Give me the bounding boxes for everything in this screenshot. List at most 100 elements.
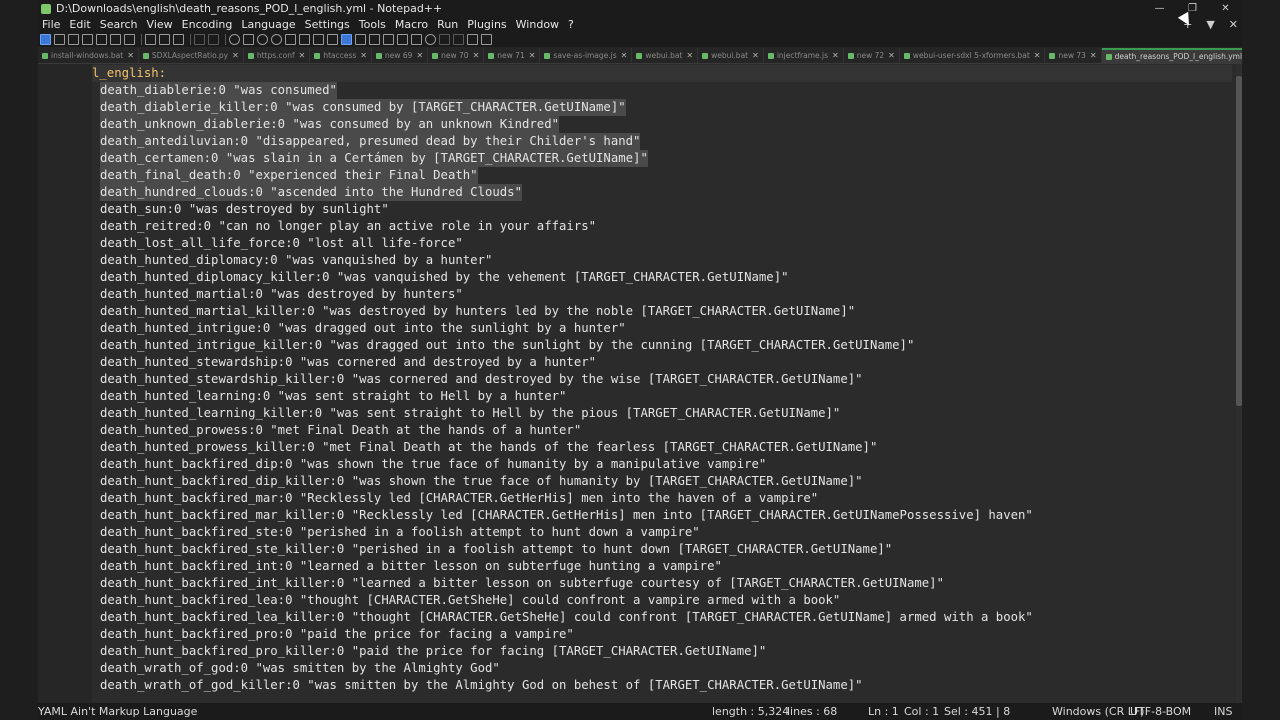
- tab-close-icon[interactable]: ✕: [1090, 51, 1097, 60]
- tab-close-icon[interactable]: ✕: [888, 51, 895, 60]
- tab-close-icon[interactable]: ✕: [416, 51, 423, 60]
- save-macro-icon[interactable]: [481, 33, 492, 45]
- code-line[interactable]: 15death_hunted_martial_killer:0 "was des…: [92, 303, 1232, 320]
- zoom-in-icon[interactable]: [257, 33, 268, 45]
- code-line[interactable]: 34death_hunt_backfired_pro:0 "paid the p…: [92, 626, 1232, 643]
- code-line[interactable]: 10death_reitred:0 "can no longer play an…: [92, 218, 1232, 235]
- tab-1[interactable]: SDXLAspectRatio.py ✕: [139, 48, 244, 63]
- tab-0[interactable]: install-windows.bat ✕: [38, 48, 139, 63]
- code-line[interactable]: 32death_hunt_backfired_lea:0 "thought [C…: [92, 592, 1232, 609]
- menu-item-7[interactable]: Tools: [359, 18, 386, 31]
- undo-icon[interactable]: [194, 33, 205, 45]
- run-macro-multiple-icon[interactable]: [467, 33, 478, 45]
- close-button[interactable]: ✕: [1209, 0, 1242, 17]
- code-line[interactable]: 25death_hunt_backfired_dip_killer:0 "was…: [92, 473, 1232, 490]
- tab-3[interactable]: htaccess ✕: [310, 48, 372, 63]
- code-line[interactable]: 9death_sun:0 "was destroyed by sunlight": [92, 201, 1232, 218]
- tab-close-icon[interactable]: ✕: [621, 51, 628, 60]
- code-line[interactable]: 17death_hunted_intrigue_killer:0 "was dr…: [92, 337, 1232, 354]
- tab-8[interactable]: webui.bat ✕: [632, 48, 699, 63]
- find-icon[interactable]: [229, 33, 240, 45]
- code-line[interactable]: 18death_hunted_stewardship:0 "was corner…: [92, 354, 1232, 371]
- tab-close-icon[interactable]: ✕: [360, 51, 367, 60]
- code-line[interactable]: 7death_final_death:0 "experienced their …: [92, 167, 1232, 184]
- tab-close-icon[interactable]: ✕: [686, 51, 693, 60]
- code-line[interactable]: 29death_hunt_backfired_ste_killer:0 "per…: [92, 541, 1232, 558]
- tab-close-icon[interactable]: ✕: [529, 51, 536, 60]
- vertical-scrollbar[interactable]: [1236, 64, 1242, 703]
- word-wrap-icon[interactable]: [313, 33, 324, 45]
- scrollbar-thumb[interactable]: [1236, 76, 1242, 406]
- tab-close-icon[interactable]: ✕: [1034, 51, 1041, 60]
- tab-10[interactable]: injectframe.js ✕: [764, 48, 844, 63]
- code-line[interactable]: 4death_unknown_diablerie:0 "was consumed…: [92, 116, 1232, 133]
- code-line[interactable]: 36death_wrath_of_god:0 "was smitten by t…: [92, 660, 1232, 677]
- menu-item-12[interactable]: ?: [568, 18, 574, 31]
- code-line[interactable]: 8death_hundred_clouds:0 "ascended into t…: [92, 184, 1232, 201]
- tab-4[interactable]: new 69 ✕: [372, 48, 429, 63]
- code-line[interactable]: 33death_hunt_backfired_lea_killer:0 "tho…: [92, 609, 1232, 626]
- tab-close-icon[interactable]: ✕: [752, 51, 759, 60]
- sync-vertical-icon[interactable]: [285, 33, 296, 45]
- paste-icon[interactable]: [173, 33, 184, 45]
- code-line[interactable]: 37death_wrath_of_god_killer:0 "was smitt…: [92, 677, 1232, 694]
- code-line[interactable]: 21death_hunted_learning_killer:0 "was se…: [92, 405, 1232, 422]
- tab-list-dropdown[interactable]: ▼: [1206, 18, 1214, 31]
- save-icon[interactable]: [68, 33, 79, 45]
- cut-icon[interactable]: [145, 33, 156, 45]
- record-macro-icon[interactable]: [425, 33, 436, 45]
- close-tab-button[interactable]: ✕: [1229, 18, 1238, 31]
- menu-item-9[interactable]: Run: [437, 18, 458, 31]
- new-file-icon[interactable]: [40, 33, 51, 45]
- menu-item-1[interactable]: Edit: [69, 18, 90, 31]
- tab-9[interactable]: webui.bat ✕: [698, 48, 764, 63]
- code-line[interactable]: 6death_certamen:0 "was slain in a Certám…: [92, 150, 1232, 167]
- show-all-chars-icon[interactable]: [327, 33, 338, 45]
- code-line[interactable]: 2death_diablerie:0 "was consumed": [92, 82, 1232, 99]
- editor-area[interactable]: 1l_english:2death_diablerie:0 "was consu…: [38, 64, 1242, 703]
- menu-item-10[interactable]: Plugins: [467, 18, 506, 31]
- code-line[interactable]: 28death_hunt_backfired_ste:0 "perished i…: [92, 524, 1232, 541]
- tab-11[interactable]: new 72 ✕: [844, 48, 900, 63]
- code-line[interactable]: 3death_diablerie_killer:0 "was consumed …: [92, 99, 1232, 116]
- tab-14[interactable]: death_reasons_POD_l_english.yml✕: [1101, 48, 1242, 63]
- code-line[interactable]: 22death_hunted_prowess:0 "met Final Deat…: [92, 422, 1232, 439]
- code-line[interactable]: 27death_hunt_backfired_mar_killer:0 "Rec…: [92, 507, 1232, 524]
- tab-5[interactable]: new 70 ✕: [428, 48, 485, 63]
- menu-item-6[interactable]: Settings: [305, 18, 350, 31]
- tab-close-icon[interactable]: ✕: [127, 51, 134, 60]
- lang-define-icon[interactable]: [355, 33, 366, 45]
- monitoring-icon[interactable]: [411, 33, 422, 45]
- code-line[interactable]: 12death_hunted_diplomacy:0 "was vanquish…: [92, 252, 1232, 269]
- close-file-icon[interactable]: [96, 33, 107, 45]
- doc-map-icon[interactable]: [369, 33, 380, 45]
- code-view[interactable]: 1l_english:2death_diablerie:0 "was consu…: [92, 64, 1236, 703]
- copy-icon[interactable]: [159, 33, 170, 45]
- minimize-button[interactable]: —: [1143, 0, 1176, 17]
- redo-icon[interactable]: [208, 33, 219, 45]
- code-line[interactable]: 19death_hunted_stewardship_killer:0 "was…: [92, 371, 1232, 388]
- tab-close-icon[interactable]: ✕: [299, 51, 306, 60]
- menu-item-3[interactable]: View: [147, 18, 173, 31]
- zoom-out-icon[interactable]: [271, 33, 282, 45]
- folder-workspace-icon[interactable]: [397, 33, 408, 45]
- code-line[interactable]: 30death_hunt_backfired_int:0 "learned a …: [92, 558, 1232, 575]
- function-list-icon[interactable]: [383, 33, 394, 45]
- code-line[interactable]: 16death_hunted_intrigue:0 "was dragged o…: [92, 320, 1232, 337]
- code-line[interactable]: 35death_hunt_backfired_pro_killer:0 "pai…: [92, 643, 1232, 660]
- tab-close-icon[interactable]: ✕: [832, 51, 839, 60]
- code-line[interactable]: 11death_lost_all_life_force:0 "lost all …: [92, 235, 1232, 252]
- sync-horizontal-icon[interactable]: [299, 33, 310, 45]
- menu-item-0[interactable]: File: [42, 18, 60, 31]
- status-encoding[interactable]: UTF-8-BOM: [1130, 705, 1191, 718]
- tab-13[interactable]: new 73 ✕: [1045, 48, 1102, 63]
- open-file-icon[interactable]: [54, 33, 65, 45]
- save-all-icon[interactable]: [82, 33, 93, 45]
- play-macro-icon[interactable]: [453, 33, 464, 45]
- code-line[interactable]: 20death_hunted_learning:0 "was sent stra…: [92, 388, 1232, 405]
- code-line[interactable]: 5death_antediluvian:0 "disappeared, pres…: [92, 133, 1232, 150]
- print-icon[interactable]: [124, 33, 135, 45]
- code-line[interactable]: 26death_hunt_backfired_mar:0 "Recklessly…: [92, 490, 1232, 507]
- replace-icon[interactable]: [243, 33, 254, 45]
- menu-item-4[interactable]: Encoding: [182, 18, 233, 31]
